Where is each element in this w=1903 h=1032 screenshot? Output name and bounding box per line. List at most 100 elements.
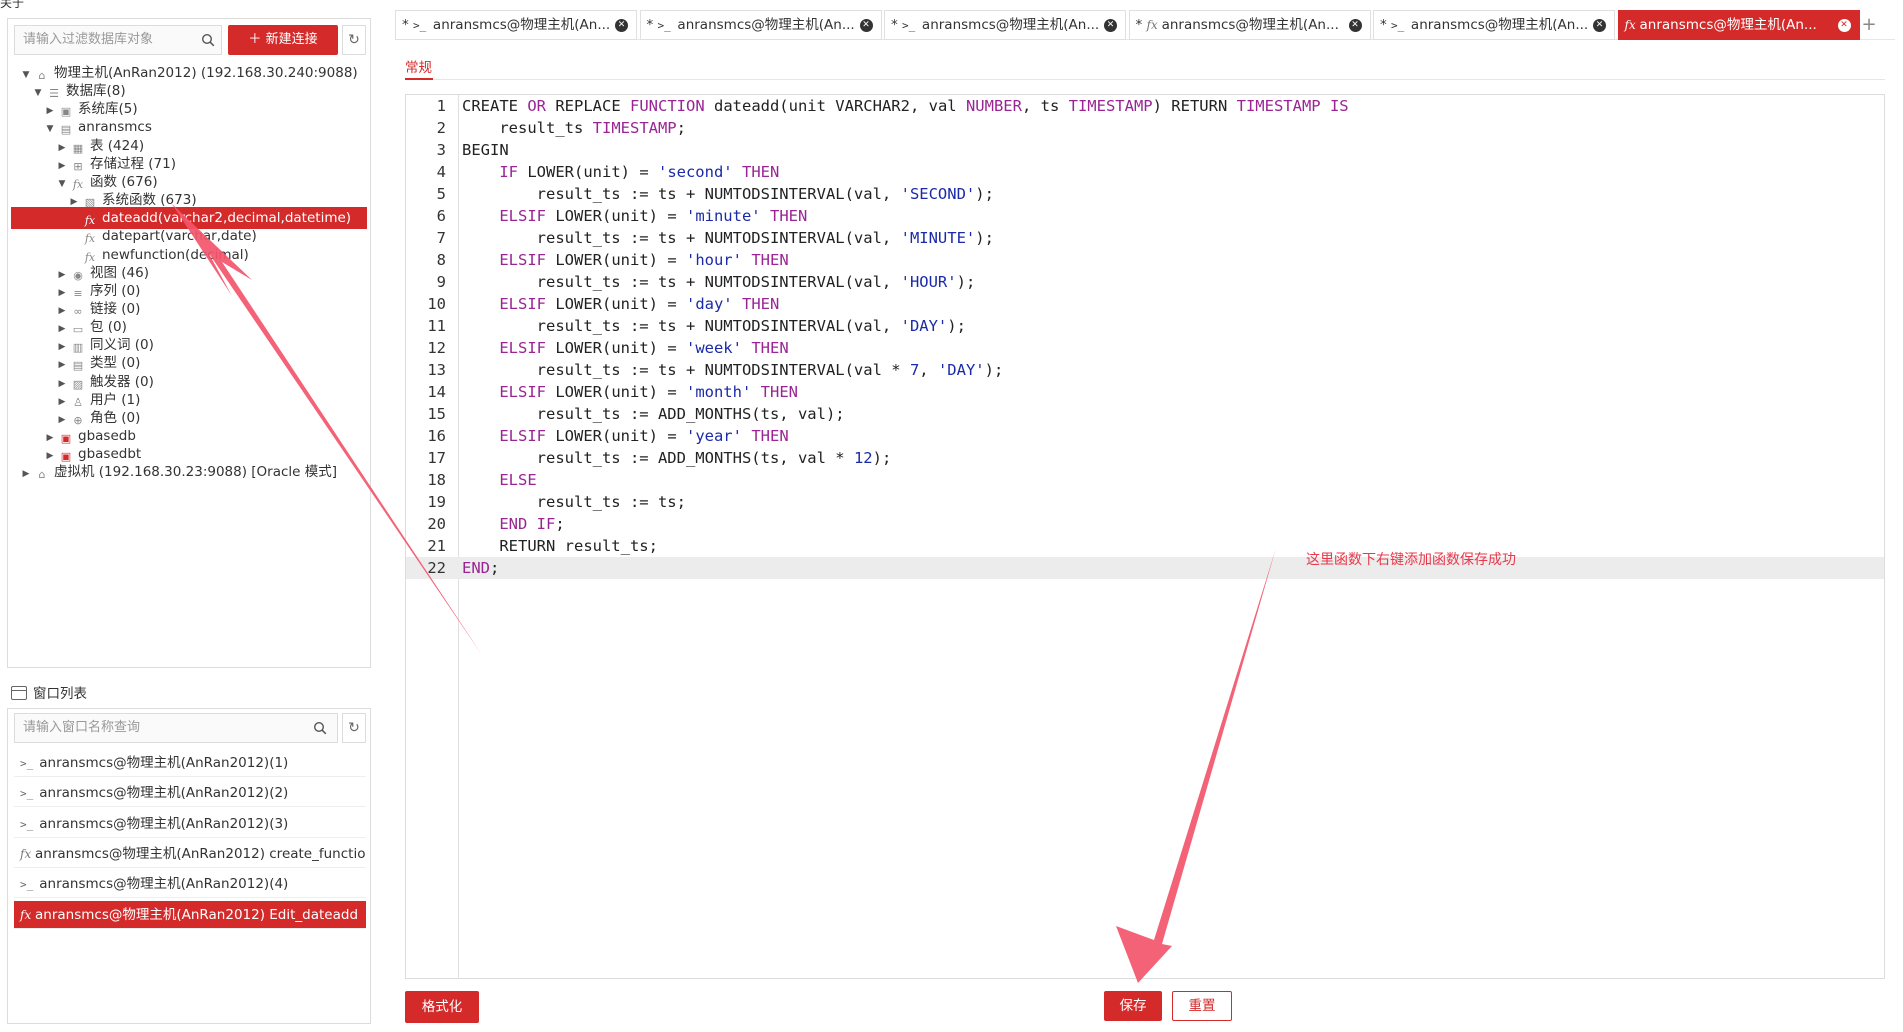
close-icon[interactable]: ✕ xyxy=(1104,19,1117,32)
code-line[interactable]: 10 ELSIF LOWER(unit) = 'day' THEN xyxy=(406,293,1884,315)
modified-marker: * xyxy=(402,17,414,33)
code-line[interactable]: 8 ELSIF LOWER(unit) = 'hour' THEN xyxy=(406,249,1884,271)
window-list-item[interactable]: >_ anransmcs@物理主机(AnRan2012)(2) xyxy=(14,779,366,808)
code-line[interactable]: 14 ELSIF LOWER(unit) = 'month' THEN xyxy=(406,381,1884,403)
line-number: 7 xyxy=(436,229,446,247)
window-list-panel: 请输入窗口名称查询 ↻ >_ anransmcs@物理主机(AnRan2012)(… xyxy=(7,708,371,1024)
window-list-item[interactable]: >_ anransmcs@物理主机(AnRan2012)(3) xyxy=(14,810,366,838)
code-line[interactable]: 17 result_ts := ADD_MONTHS(ts, val * 12)… xyxy=(406,447,1884,469)
code-line[interactable]: 18 ELSE xyxy=(406,469,1884,491)
caret-right-icon[interactable]: ▶ xyxy=(20,463,32,485)
server-icon: ⌂ xyxy=(38,468,46,482)
new-connection-button[interactable]: ＋ 新建连接 xyxy=(228,25,338,55)
line-number: 4 xyxy=(436,163,446,181)
search-icon[interactable] xyxy=(201,33,215,47)
terminal-icon: >_ xyxy=(20,787,34,801)
window-list-item[interactable]: >_ anransmcs@物理主机(AnRan2012)(4) xyxy=(14,870,366,899)
code-line[interactable]: 2 result_ts TIMESTAMP; xyxy=(406,117,1884,139)
code-line[interactable]: 4 IF LOWER(unit) = 'second' THEN xyxy=(406,161,1884,183)
line-number: 3 xyxy=(436,141,446,159)
editor-tab[interactable]: * >_ anransmcs@物理主机(An... ✕ xyxy=(884,10,1126,40)
tree-node[interactable]: ▶ ⌂ 虚拟机 (192.168.30.23:9088) [Oracle 模式] xyxy=(20,461,338,485)
modified-marker: * xyxy=(1380,17,1392,33)
close-icon[interactable]: ✕ xyxy=(1593,19,1606,32)
line-number: 12 xyxy=(427,339,446,357)
code-text: result_ts := ts; xyxy=(462,493,686,511)
code-text: result_ts := ADD_MONTHS(ts, val); xyxy=(462,405,845,423)
caret-down-icon[interactable]: ▼ xyxy=(44,118,56,140)
tree-node-label: 物理主机(AnRan2012) (192.168.30.240:9088) xyxy=(54,65,358,81)
close-icon[interactable]: ✕ xyxy=(859,19,873,32)
reset-button[interactable]: 重置 xyxy=(1172,991,1232,1021)
refresh-icon[interactable]: ↻ xyxy=(342,713,366,743)
tree-node-label: 用户 (1) xyxy=(90,391,141,408)
add-tab-icon[interactable]: + xyxy=(1857,13,1881,37)
search-icon[interactable] xyxy=(313,721,327,735)
code-line[interactable]: 20 END IF; xyxy=(406,513,1884,535)
line-number: 13 xyxy=(427,361,446,379)
code-line[interactable]: 7 result_ts := ts + NUMTODSINTERVAL(val,… xyxy=(406,227,1884,249)
editor-tab[interactable]: * fx anransmcs@物理主机(An... ✕ xyxy=(1128,10,1371,40)
code-line[interactable]: 11 result_ts := ts + NUMTODSINTERVAL(val… xyxy=(406,315,1884,337)
tab-general[interactable]: 常规 xyxy=(405,56,432,76)
line-number: 15 xyxy=(427,405,446,423)
editor-tab[interactable]: * >_ anransmcs@物理主机(An... ✕ xyxy=(639,10,882,40)
function-icon: fx xyxy=(20,907,36,922)
connection-tree-panel: 请输入过滤数据库对象 ＋ 新建连接 ↻ ▼ ⌂ 物理主机(AnRan2012) (1… xyxy=(7,18,371,668)
close-icon[interactable]: ✕ xyxy=(1837,19,1851,32)
new-connection-label: 新建连接 xyxy=(265,32,318,47)
editor-tab[interactable]: * >_ anransmcs@物理主机(An... ✕ xyxy=(1373,10,1615,40)
format-button[interactable]: 格式化 xyxy=(405,991,479,1023)
code-line[interactable]: 16 ELSIF LOWER(unit) = 'year' THEN xyxy=(406,425,1884,447)
tree-node-label: anransmcs xyxy=(78,119,152,136)
tree-node-label: 类型 (0) xyxy=(90,355,141,372)
line-number: 14 xyxy=(427,383,446,401)
line-number: 5 xyxy=(436,185,446,203)
code-text: BEGIN xyxy=(462,141,509,159)
window-icon xyxy=(11,686,27,700)
window-filter-input[interactable]: 请输入窗口名称查询 xyxy=(14,713,338,743)
code-line[interactable]: 9 result_ts := ts + NUMTODSINTERVAL(val,… xyxy=(406,271,1884,293)
tree-node-label: newfunction(decimal) xyxy=(102,246,249,263)
code-line[interactable]: 22 END; xyxy=(406,557,1884,579)
tree-node-label: 触发器 (0) xyxy=(90,373,154,390)
editor-tab[interactable]: fx anransmcs@物理主机(An... ✕ xyxy=(1617,10,1860,40)
window-item-label: anransmcs@物理主机(AnRan2012)(3) xyxy=(39,815,289,832)
code-line[interactable]: 6 ELSIF LOWER(unit) = 'minute' THEN xyxy=(406,205,1884,227)
line-number: 10 xyxy=(427,295,446,313)
caret-down-icon[interactable]: ▼ xyxy=(56,173,68,195)
code-line[interactable]: 15 result_ts := ADD_MONTHS(ts, val); xyxy=(406,403,1884,425)
tree-node-label: gbasedb xyxy=(78,428,136,444)
editor-tabbar: + * >_ anransmcs@物理主机(An... ✕ * >_ anransm… xyxy=(395,10,1895,40)
tree-filter-input[interactable]: 请输入过滤数据库对象 xyxy=(14,25,222,55)
code-line[interactable]: 3 BEGIN xyxy=(406,139,1884,161)
tree-filter-placeholder: 请输入过滤数据库对象 xyxy=(23,32,154,47)
line-number: 17 xyxy=(427,449,446,467)
window-item-label: anransmcs@物理主机(AnRan2012)(4) xyxy=(39,876,289,893)
save-button[interactable]: 保存 xyxy=(1104,991,1162,1021)
window-list-item[interactable]: >_ anransmcs@物理主机(AnRan2012)(1) xyxy=(14,749,366,777)
caret-down-icon[interactable]: ▼ xyxy=(32,82,44,104)
sql-editor[interactable]: 1 CREATE OR REPLACE FUNCTION dateadd(unit… xyxy=(405,94,1885,979)
window-list-item[interactable]: fx anransmcs@物理主机(AnRan2012) Edit_datead… xyxy=(14,900,366,929)
line-number: 9 xyxy=(436,273,446,291)
close-icon[interactable]: ✕ xyxy=(1348,19,1362,32)
code-line[interactable]: 12 ELSIF LOWER(unit) = 'week' THEN xyxy=(406,337,1884,359)
code-line[interactable]: 19 result_ts := ts; xyxy=(406,491,1884,513)
refresh-icon[interactable]: ↻ xyxy=(342,25,366,55)
code-line[interactable]: 21 RETURN result_ts; xyxy=(406,535,1884,557)
line-number: 20 xyxy=(427,515,446,533)
caret-down-icon[interactable]: ▼ xyxy=(20,64,32,86)
tree-node-label: 函数 (676) xyxy=(90,173,158,190)
window-list-item[interactable]: fx anransmcs@物理主机(AnRan2012) create_func… xyxy=(14,840,366,868)
code-line[interactable]: 13 result_ts := ts + NUMTODSINTERVAL(val… xyxy=(406,359,1884,381)
code-line[interactable]: 1 CREATE OR REPLACE FUNCTION dateadd(unit… xyxy=(406,95,1884,117)
close-icon[interactable]: ✕ xyxy=(615,19,628,32)
code-line[interactable]: 5 result_ts := ts + NUMTODSINTERVAL(val,… xyxy=(406,183,1884,205)
editor-tab[interactable]: * >_ anransmcs@物理主机(An... ✕ xyxy=(395,10,637,40)
code-text: ELSIF LOWER(unit) = 'month' THEN xyxy=(499,383,798,401)
terminal-icon: >_ xyxy=(413,19,433,32)
line-number: 6 xyxy=(436,207,446,225)
modified-marker: * xyxy=(646,17,658,33)
terminal-icon: >_ xyxy=(20,817,34,831)
